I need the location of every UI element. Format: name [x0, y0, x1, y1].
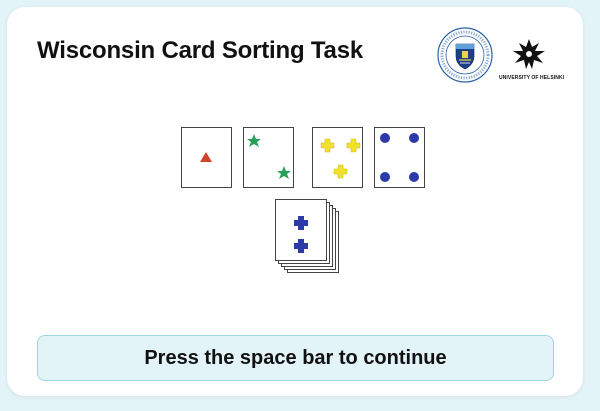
star-icon	[247, 134, 261, 147]
cross-icon	[294, 216, 308, 230]
circle-icon	[409, 133, 419, 143]
key-card-3	[312, 127, 363, 188]
helsinki-logo: UNIVERSITY OF HELSINKI	[499, 37, 565, 85]
cross-icon	[333, 164, 348, 179]
key-card-2	[243, 127, 294, 188]
cross-icon	[294, 239, 308, 253]
circle-icon	[409, 172, 419, 182]
circle-icon	[380, 172, 390, 182]
cross-icon	[320, 138, 335, 153]
card-stimulus-area	[177, 127, 437, 287]
key-card-4	[374, 127, 425, 188]
continue-prompt: Press the space bar to continue	[37, 335, 554, 381]
helsinki-flame-icon	[513, 39, 545, 69]
page-title: Wisconsin Card Sorting Task	[37, 37, 363, 64]
triangle-icon	[200, 152, 212, 162]
uct-logo	[435, 25, 495, 85]
helsinki-label: UNIVERSITY OF HELSINKI	[499, 75, 565, 81]
task-panel: Wisconsin Card Sorting Task UNIVERSITY O…	[7, 7, 583, 396]
continue-prompt-text: Press the space bar to continue	[144, 346, 447, 369]
circle-icon	[380, 133, 390, 143]
response-card	[275, 199, 327, 261]
star-icon	[277, 166, 291, 179]
key-card-1	[181, 127, 232, 188]
cross-icon	[346, 138, 361, 153]
